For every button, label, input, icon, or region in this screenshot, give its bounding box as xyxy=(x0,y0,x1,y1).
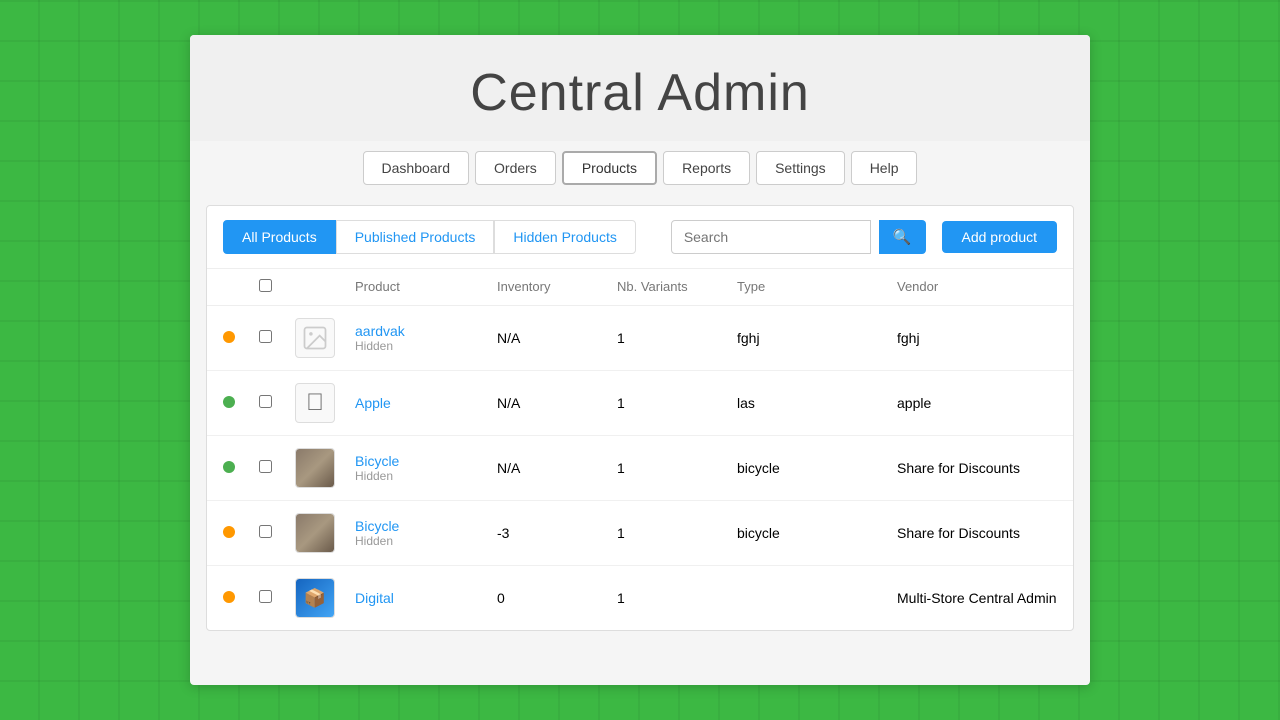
toolbar: All ProductsPublished ProductsHidden Pro… xyxy=(207,206,1073,269)
tab-all[interactable]: All Products xyxy=(223,220,336,254)
product-name-cell: BicycleHidden xyxy=(355,453,497,483)
select-all-checkbox[interactable] xyxy=(259,279,272,292)
row-vendor: apple xyxy=(897,395,1057,411)
row-image-cell xyxy=(295,318,355,358)
table-header: Product Inventory Nb. Variants Type Vend… xyxy=(207,269,1073,306)
col-vendor: Vendor xyxy=(897,279,1057,295)
app-title: Central Admin xyxy=(190,63,1090,123)
row-type: fghj xyxy=(737,330,897,346)
row-status xyxy=(223,590,259,606)
row-variants: 1 xyxy=(617,330,737,346)
row-checkbox-cell xyxy=(259,460,295,476)
product-name-cell: Digital xyxy=(355,590,497,606)
product-image xyxy=(295,318,335,358)
add-product-button[interactable]: Add product xyxy=(942,221,1058,253)
row-type: las xyxy=(737,395,897,411)
product-name-cell: BicycleHidden xyxy=(355,518,497,548)
tab-published[interactable]: Published Products xyxy=(336,220,495,254)
product-sub-label: Hidden xyxy=(355,339,497,353)
row-image-cell: 📦 xyxy=(295,578,355,618)
table-body: aardvakHiddenN/A1fghjfghjAppleN/A1lasap… xyxy=(207,306,1073,630)
tab-group: All ProductsPublished ProductsHidden Pro… xyxy=(223,220,636,254)
col-type: Type xyxy=(737,279,897,295)
row-checkbox-cell xyxy=(259,395,295,411)
row-checkbox-cell xyxy=(259,525,295,541)
product-name-link[interactable]: Bicycle xyxy=(355,518,399,534)
product-name-link[interactable]: Apple xyxy=(355,395,391,411)
product-name-cell: aardvakHidden xyxy=(355,323,497,353)
row-variants: 1 xyxy=(617,525,737,541)
row-variants: 1 xyxy=(617,395,737,411)
search-input[interactable] xyxy=(671,220,871,254)
nav-btn-products[interactable]: Products xyxy=(562,151,657,185)
row-vendor: fghj xyxy=(897,330,1057,346)
row-image-cell:  xyxy=(295,383,355,423)
table-row: 📦 Digital 01 Multi-Store Central Admin xyxy=(207,566,1073,630)
main-panel: Central Admin DashboardOrdersProductsRep… xyxy=(190,35,1090,685)
row-vendor: Share for Discounts xyxy=(897,460,1057,476)
product-name-link[interactable]: Digital xyxy=(355,590,394,606)
search-button[interactable]: 🔍 xyxy=(879,220,926,254)
search-group: 🔍 Add product xyxy=(671,220,1057,254)
nav-btn-dashboard[interactable]: Dashboard xyxy=(363,151,470,185)
row-image-cell xyxy=(295,448,355,488)
row-vendor: Share for Discounts xyxy=(897,525,1057,541)
table-row:  Apple N/A1lasapple xyxy=(207,371,1073,436)
product-image: 📦 xyxy=(295,578,335,618)
col-checkbox xyxy=(259,279,295,295)
row-inventory: N/A xyxy=(497,330,617,346)
table-row: aardvakHiddenN/A1fghjfghj xyxy=(207,306,1073,371)
row-status xyxy=(223,395,259,411)
content-area: All ProductsPublished ProductsHidden Pro… xyxy=(206,205,1074,631)
row-inventory: -3 xyxy=(497,525,617,541)
search-icon: 🔍 xyxy=(893,229,912,246)
nav-btn-reports[interactable]: Reports xyxy=(663,151,750,185)
status-dot xyxy=(223,331,235,343)
col-product: Product xyxy=(355,279,497,295)
status-dot xyxy=(223,461,235,473)
product-name-cell: Apple xyxy=(355,395,497,411)
header: Central Admin xyxy=(190,35,1090,141)
row-variants: 1 xyxy=(617,460,737,476)
row-vendor: Multi-Store Central Admin xyxy=(897,590,1057,606)
product-image xyxy=(295,448,335,488)
product-image:  xyxy=(295,383,335,423)
col-inventory: Inventory xyxy=(497,279,617,295)
row-checkbox[interactable] xyxy=(259,590,272,603)
row-variants: 1 xyxy=(617,590,737,606)
product-sub-label: Hidden xyxy=(355,469,497,483)
row-status xyxy=(223,525,259,541)
row-inventory: 0 xyxy=(497,590,617,606)
row-status xyxy=(223,460,259,476)
row-type: bicycle xyxy=(737,460,897,476)
row-checkbox[interactable] xyxy=(259,525,272,538)
product-image xyxy=(295,513,335,553)
status-dot xyxy=(223,526,235,538)
col-variants: Nb. Variants xyxy=(617,279,737,295)
table-row: BicycleHidden-31bicycleShare for Discoun… xyxy=(207,501,1073,566)
nav-btn-orders[interactable]: Orders xyxy=(475,151,556,185)
nav-btn-settings[interactable]: Settings xyxy=(756,151,845,185)
main-nav: DashboardOrdersProductsReportsSettingsHe… xyxy=(190,141,1090,205)
product-name-link[interactable]: Bicycle xyxy=(355,453,399,469)
row-inventory: N/A xyxy=(497,395,617,411)
product-sub-label: Hidden xyxy=(355,534,497,548)
product-name-link[interactable]: aardvak xyxy=(355,323,405,339)
table-row: BicycleHiddenN/A1bicycleShare for Discou… xyxy=(207,436,1073,501)
row-checkbox[interactable] xyxy=(259,460,272,473)
row-checkbox-cell xyxy=(259,590,295,606)
row-status xyxy=(223,330,259,346)
status-dot xyxy=(223,591,235,603)
col-image xyxy=(295,279,355,295)
col-status xyxy=(223,279,259,295)
nav-btn-help[interactable]: Help xyxy=(851,151,918,185)
row-inventory: N/A xyxy=(497,460,617,476)
row-checkbox-cell xyxy=(259,330,295,346)
status-dot xyxy=(223,396,235,408)
row-checkbox[interactable] xyxy=(259,330,272,343)
tab-hidden[interactable]: Hidden Products xyxy=(494,220,636,254)
row-type: bicycle xyxy=(737,525,897,541)
row-image-cell xyxy=(295,513,355,553)
row-checkbox[interactable] xyxy=(259,395,272,408)
